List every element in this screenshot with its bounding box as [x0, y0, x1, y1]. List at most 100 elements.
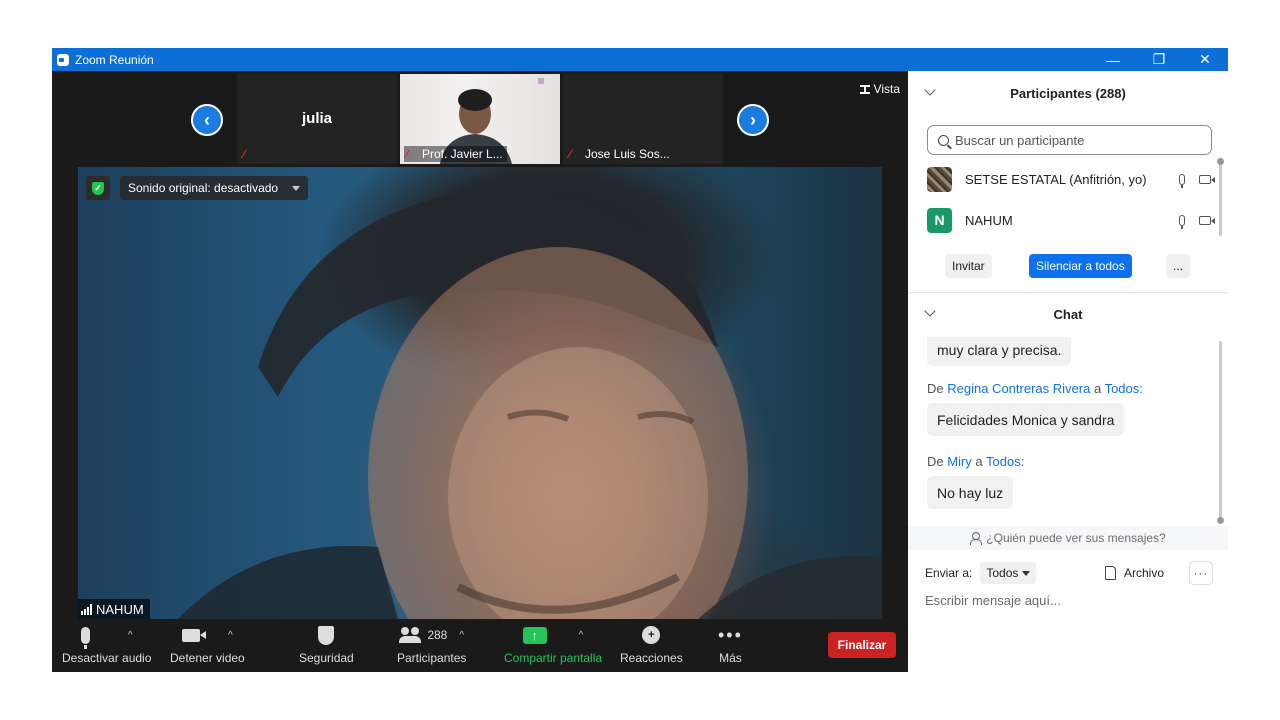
- restore-button[interactable]: ❐: [1136, 48, 1182, 71]
- participant-name: SETSE ESTATAL (Anfitrión, yo): [965, 171, 1147, 187]
- security-status-icon[interactable]: ✓: [86, 176, 110, 200]
- side-panel: Participantes (288) SETSE ESTATAL (Anfit…: [908, 71, 1228, 672]
- signal-strength-icon: [81, 603, 92, 615]
- participant-name: Jose Luis Sos...: [585, 147, 670, 161]
- emoji-reaction-icon: +: [642, 626, 661, 644]
- minimize-button[interactable]: —: [1090, 48, 1136, 71]
- who-can-see-messages[interactable]: ¿Quién puede ver sus mensajes?: [908, 526, 1228, 550]
- muted-mic-icon: ⁄: [406, 146, 409, 161]
- end-meeting-button[interactable]: Finalizar: [828, 632, 896, 658]
- chat-message: Felicidades Monica y sandra: [927, 403, 1125, 436]
- close-button[interactable]: ✕: [1182, 48, 1228, 71]
- window-title: Zoom Reunión: [75, 52, 154, 67]
- file-label: Archivo: [1124, 566, 1165, 580]
- mute-all-button[interactable]: Silenciar a todos: [1029, 254, 1132, 278]
- speaker-video-image: [178, 187, 882, 619]
- participants-panel-title: Participantes (288): [1010, 85, 1126, 101]
- to-prefix: a: [1093, 381, 1102, 396]
- participants-icon: [399, 627, 422, 643]
- reactions-button[interactable]: + Reacciones: [620, 623, 683, 669]
- stop-video-button[interactable]: ^ Detener video: [170, 623, 245, 669]
- participant-row[interactable]: SETSE ESTATAL (Anfitrión, yo): [927, 165, 1217, 193]
- chat-title: Chat: [1053, 306, 1083, 322]
- collapse-chat-icon[interactable]: [924, 305, 936, 317]
- meeting-toolbar: ^ Desactivar audio ^ Detener video Segur…: [52, 619, 908, 672]
- stop-video-label: Detener video: [170, 651, 245, 665]
- audio-options-caret[interactable]: ^: [128, 630, 133, 641]
- invite-button[interactable]: Invitar: [945, 254, 992, 278]
- participants-options-caret[interactable]: ^: [459, 630, 464, 641]
- search-icon: [938, 134, 949, 146]
- sender-name[interactable]: Miry: [947, 454, 972, 469]
- thumbnail-julia[interactable]: julia ⁄: [237, 74, 397, 164]
- shield-icon: [318, 625, 335, 645]
- chat-message: muy clara y precisa.: [927, 337, 1072, 366]
- share-options-caret[interactable]: ^: [579, 630, 584, 641]
- participant-row[interactable]: N NAHUM: [927, 206, 1217, 234]
- muted-mic-icon: ⁄: [569, 146, 572, 161]
- mute-audio-label: Desactivar audio: [62, 651, 152, 665]
- collapse-participants-icon[interactable]: [924, 84, 936, 96]
- send-to-dropdown[interactable]: Todos: [980, 562, 1037, 584]
- title-bar: Zoom Reunión — ❐ ✕: [52, 48, 1228, 71]
- speaker-name: NAHUM: [96, 601, 144, 617]
- view-button-label: Vista: [873, 82, 900, 96]
- share-screen-icon: ↑: [522, 626, 547, 644]
- speaker-name-tag: NAHUM: [78, 599, 150, 619]
- prev-page-button[interactable]: ‹: [191, 104, 223, 136]
- send-to-row: Enviar a: Todos Archivo ···: [925, 561, 1215, 585]
- original-sound-dropdown[interactable]: Sonido original: desactivado: [120, 176, 309, 200]
- video-camera-icon[interactable]: [1199, 174, 1215, 184]
- video-options-caret[interactable]: ^: [228, 630, 233, 641]
- from-prefix: De: [927, 381, 944, 396]
- thumbnail-jose-luis[interactable]: ⁄ Jose Luis Sos...: [563, 74, 723, 164]
- participant-name: NAHUM: [965, 212, 1013, 228]
- microphone-icon[interactable]: [1179, 173, 1185, 188]
- participant-name: julia: [301, 110, 332, 127]
- chat-more-button[interactable]: ···: [1189, 561, 1213, 585]
- microphone-icon[interactable]: [1179, 214, 1185, 229]
- video-area: ‹ julia ⁄ ⁄ Prof. Javier L... ⁄ Jose Lui…: [52, 71, 908, 672]
- original-sound-label: Sonido original: desactivado: [128, 181, 279, 195]
- participant-name: Prof. Javier L...: [422, 147, 503, 161]
- who-can-see-label: ¿Quién puede ver sus mensajes?: [986, 531, 1166, 545]
- from-prefix: De: [927, 454, 944, 469]
- participant-search-input[interactable]: [955, 132, 1195, 148]
- avatar: N: [927, 207, 952, 233]
- view-button[interactable]: Vista: [859, 82, 900, 96]
- participants-scroll-top: [1217, 158, 1224, 165]
- shield-check-icon: ✓: [92, 181, 104, 195]
- participants-scrollbar[interactable]: [1219, 162, 1222, 236]
- active-speaker-video: ✓ Sonido original: desactivado NAHUM: [78, 167, 882, 619]
- video-camera-icon: [182, 628, 206, 642]
- chevron-down-icon: [1022, 570, 1031, 576]
- chat-message-header: De Miry a Todos:: [927, 454, 1024, 469]
- chat-header: Chat: [908, 292, 1228, 336]
- recipient-name[interactable]: Todos:: [1105, 381, 1143, 396]
- chevron-down-icon: [292, 185, 301, 191]
- microphone-icon: [80, 626, 90, 649]
- chat-message-header: De Regina Contreras Rivera a Todos:: [927, 381, 1143, 396]
- next-page-button[interactable]: ›: [737, 104, 769, 136]
- file-button[interactable]: Archivo: [1105, 566, 1164, 580]
- send-to-label: Enviar a:: [925, 566, 973, 580]
- more-button[interactable]: ••• Más: [718, 623, 743, 669]
- video-camera-icon[interactable]: [1199, 215, 1215, 225]
- chat-scrollbar[interactable]: [1219, 341, 1222, 521]
- more-dots-icon: •••: [718, 625, 743, 645]
- zoom-app-icon: [57, 53, 69, 66]
- thumbnail-prof-javier[interactable]: ⁄ Prof. Javier L...: [400, 74, 560, 164]
- participants-more-button[interactable]: ...: [1166, 254, 1191, 278]
- sender-name[interactable]: Regina Contreras Rivera: [947, 381, 1090, 396]
- share-screen-button[interactable]: ↑ ^ Compartir pantalla: [504, 623, 602, 669]
- participant-search[interactable]: [927, 125, 1212, 155]
- recipient-name[interactable]: Todos:: [986, 454, 1024, 469]
- security-button[interactable]: Seguridad: [299, 623, 354, 669]
- participants-button[interactable]: 288 ^ Participantes: [397, 623, 466, 669]
- mute-audio-button[interactable]: ^ Desactivar audio: [62, 623, 151, 669]
- thumbnail-label: ⁄ Jose Luis Sos...: [567, 146, 674, 162]
- to-prefix: a: [975, 454, 983, 469]
- thumbnail-label: ⁄ Prof. Javier L...: [404, 146, 507, 162]
- chat-message-input[interactable]: [925, 589, 1215, 611]
- participant-actions: Invitar Silenciar a todos ...: [908, 254, 1228, 278]
